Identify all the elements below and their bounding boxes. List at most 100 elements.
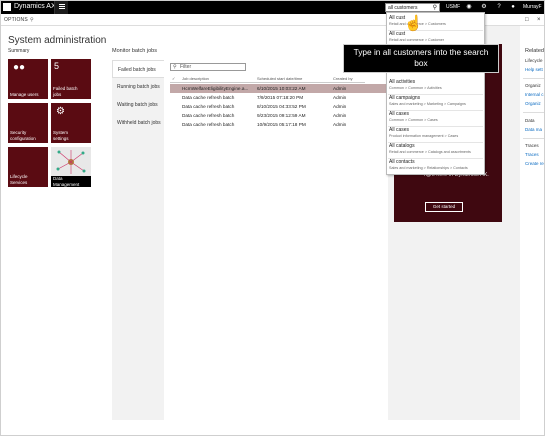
tile-label: Data Management <box>51 176 91 187</box>
created-by-cell: Admin <box>333 86 347 91</box>
related-heading-lifecycle: Lifecycle <box>525 58 543 63</box>
tile-failed-batch-jobs[interactable]: 5 Failed batch jobs <box>51 59 91 99</box>
scheduled-start-cell: 6/10/2015 10:03:22 AM <box>257 86 306 91</box>
page-title: System administration <box>8 35 107 46</box>
search-icon[interactable]: ⚲ <box>433 4 437 12</box>
summary-label: Summary <box>8 48 30 54</box>
header-divider <box>170 82 365 83</box>
job-description-cell: Data cache refresh batch <box>182 113 235 118</box>
user-name[interactable]: MurrayF <box>523 3 542 11</box>
scheduled-start-cell: 7/9/2015 07:18:20 PM <box>257 95 304 100</box>
table-row[interactable]: Data cache refresh batch 10/9/2015 05:17… <box>170 120 388 129</box>
divider <box>523 112 545 113</box>
tile-lifecycle-services[interactable]: Lifecycle Services <box>8 147 48 187</box>
search-result-item[interactable]: All cases Product information management… <box>389 127 484 142</box>
bell-icon[interactable]: ◉ <box>465 3 473 11</box>
navigation-menu-button[interactable] <box>54 0 68 14</box>
dynamics-logo-icon <box>3 3 11 11</box>
search-result-item[interactable]: All activities Common > Common > Activit… <box>389 79 484 94</box>
search-result-path: Common > Common > Cases <box>389 118 438 122</box>
related-link-create-recording[interactable]: Create re <box>525 161 544 167</box>
search-result-title: All activities <box>389 79 416 85</box>
close-icon[interactable]: × <box>537 16 541 24</box>
monitor-batch-jobs-title: Monitor batch jobs <box>112 48 157 54</box>
search-result-path: Common > Common > Activities <box>389 86 442 90</box>
search-result-item[interactable]: All contacts Sales and marketing > Relat… <box>389 159 484 174</box>
refresh-icon[interactable]: ● <box>509 3 517 11</box>
search-result-item[interactable]: All campaigns Sales and marketing > Mark… <box>389 95 484 110</box>
tooltip-text: Type in all customers into the search bo… <box>353 47 489 68</box>
filter-placeholder: Filter <box>180 64 192 70</box>
search-result-item[interactable]: All cases Common > Common > Cases <box>389 111 484 126</box>
tile-data-management[interactable]: Data Management <box>51 147 91 187</box>
scheduled-start-cell: 8/10/2015 04:33:52 PM <box>257 104 306 109</box>
tile-label: Security configuration <box>10 130 36 141</box>
job-description-cell: Data cache refresh batch <box>182 95 235 100</box>
tile-label: Lifecycle Services <box>10 174 28 185</box>
search-result-title: All cases <box>389 111 410 117</box>
search-actions-icon[interactable]: ⚲ <box>30 16 34 24</box>
table-row[interactable]: Data cache refresh batch 8/10/2015 04:33… <box>170 102 388 111</box>
search-input[interactable]: all customers ⚲ <box>385 3 440 12</box>
gear-icon[interactable]: ⚙ <box>480 3 488 11</box>
search-result-path: Sales and marketing > Marketing > Campai… <box>389 102 466 106</box>
related-link-traces[interactable]: Traces <box>525 152 539 158</box>
search-result-path: Product information management > Cases <box>389 134 459 138</box>
filter-input[interactable]: ⚲ Filter <box>170 63 246 71</box>
related-link-data-management[interactable]: Data ma <box>525 127 542 133</box>
scheduled-start-cell: 10/9/2015 05:17:18 PM <box>257 122 306 127</box>
created-by-cell: Admin <box>333 95 347 100</box>
table-row[interactable]: Data cache refresh batch 9/23/2015 09:12… <box>170 111 388 120</box>
attach-icon[interactable]: □ <box>525 16 529 24</box>
app-title[interactable]: Dynamics AX <box>14 2 56 12</box>
related-link-internal-contacts[interactable]: Internal c <box>525 92 544 98</box>
tile-count: 5 <box>54 61 60 71</box>
company-selector[interactable]: USMF <box>446 3 460 11</box>
gear-icon: ⚙ <box>56 106 65 117</box>
table-row[interactable]: HcmWelfareEligibilityEngine.a... 6/10/20… <box>170 84 388 93</box>
tile-manage-users[interactable]: ●● Manage users <box>8 59 48 99</box>
hand-pointer-icon: ☝ <box>404 15 423 32</box>
related-link-help-settings[interactable]: Help sett <box>525 67 543 73</box>
search-result-path: Retail and commerce > Catalogs and assor… <box>389 150 471 154</box>
job-description-cell: Data cache refresh batch <box>182 122 235 127</box>
tab-running-batch-jobs[interactable]: Running batch jobs <box>112 78 164 96</box>
search-result-title: All cust <box>389 31 406 37</box>
search-result-title: All contacts <box>389 159 415 165</box>
created-by-cell: Admin <box>333 122 347 127</box>
job-description-cell: Data cache refresh batch <box>182 104 235 109</box>
search-result-title: All cust <box>389 15 406 21</box>
related-heading-organization: Organiz <box>525 83 541 88</box>
help-icon[interactable]: ? <box>495 3 503 11</box>
related-title: Related <box>525 48 544 54</box>
tab-waiting-batch-jobs[interactable]: Waiting batch jobs <box>112 96 164 114</box>
created-by-cell: Admin <box>333 104 347 109</box>
search-result-path: Sales and marketing > Relationships > Co… <box>389 166 468 170</box>
related-heading-data: Data <box>525 118 535 123</box>
tab-withheld-batch-jobs[interactable]: Withheld batch jobs <box>112 114 164 132</box>
options-tab[interactable]: OPTIONS <box>4 16 28 24</box>
related-link-organization[interactable]: Organiz <box>525 101 541 107</box>
users-icon: ●● <box>13 62 26 73</box>
instruction-tooltip: Type in all customers into the search bo… <box>343 44 499 73</box>
filter-icon: ⚲ <box>173 64 177 70</box>
tile-security-configuration[interactable]: Security configuration <box>8 103 48 143</box>
search-result-title: All catalogs <box>389 143 415 149</box>
divider <box>523 138 545 139</box>
get-started-button[interactable]: Get started <box>425 202 463 212</box>
related-heading-traces: Traces <box>525 143 539 148</box>
search-result-title: All cases <box>389 127 410 133</box>
tab-failed-batch-jobs[interactable]: Failed batch jobs <box>112 60 164 78</box>
data-management-image <box>56 150 86 174</box>
created-by-cell: Admin <box>333 113 347 118</box>
tile-label: System settings <box>53 130 69 141</box>
search-result-title: All campaigns <box>389 95 421 101</box>
tile-label: Manage users <box>10 91 39 97</box>
table-row[interactable]: Data cache refresh batch 7/9/2015 07:18:… <box>170 93 388 102</box>
scheduled-start-cell: 9/23/2015 09:12:59 AM <box>257 113 306 118</box>
tile-label: Failed batch jobs <box>53 86 78 97</box>
search-result-path: Retail and commerce > Customer <box>389 38 445 42</box>
search-result-item[interactable]: All catalogs Retail and commerce > Catal… <box>389 143 484 158</box>
tile-system-settings[interactable]: ⚙ System settings <box>51 103 91 143</box>
divider <box>523 78 545 79</box>
